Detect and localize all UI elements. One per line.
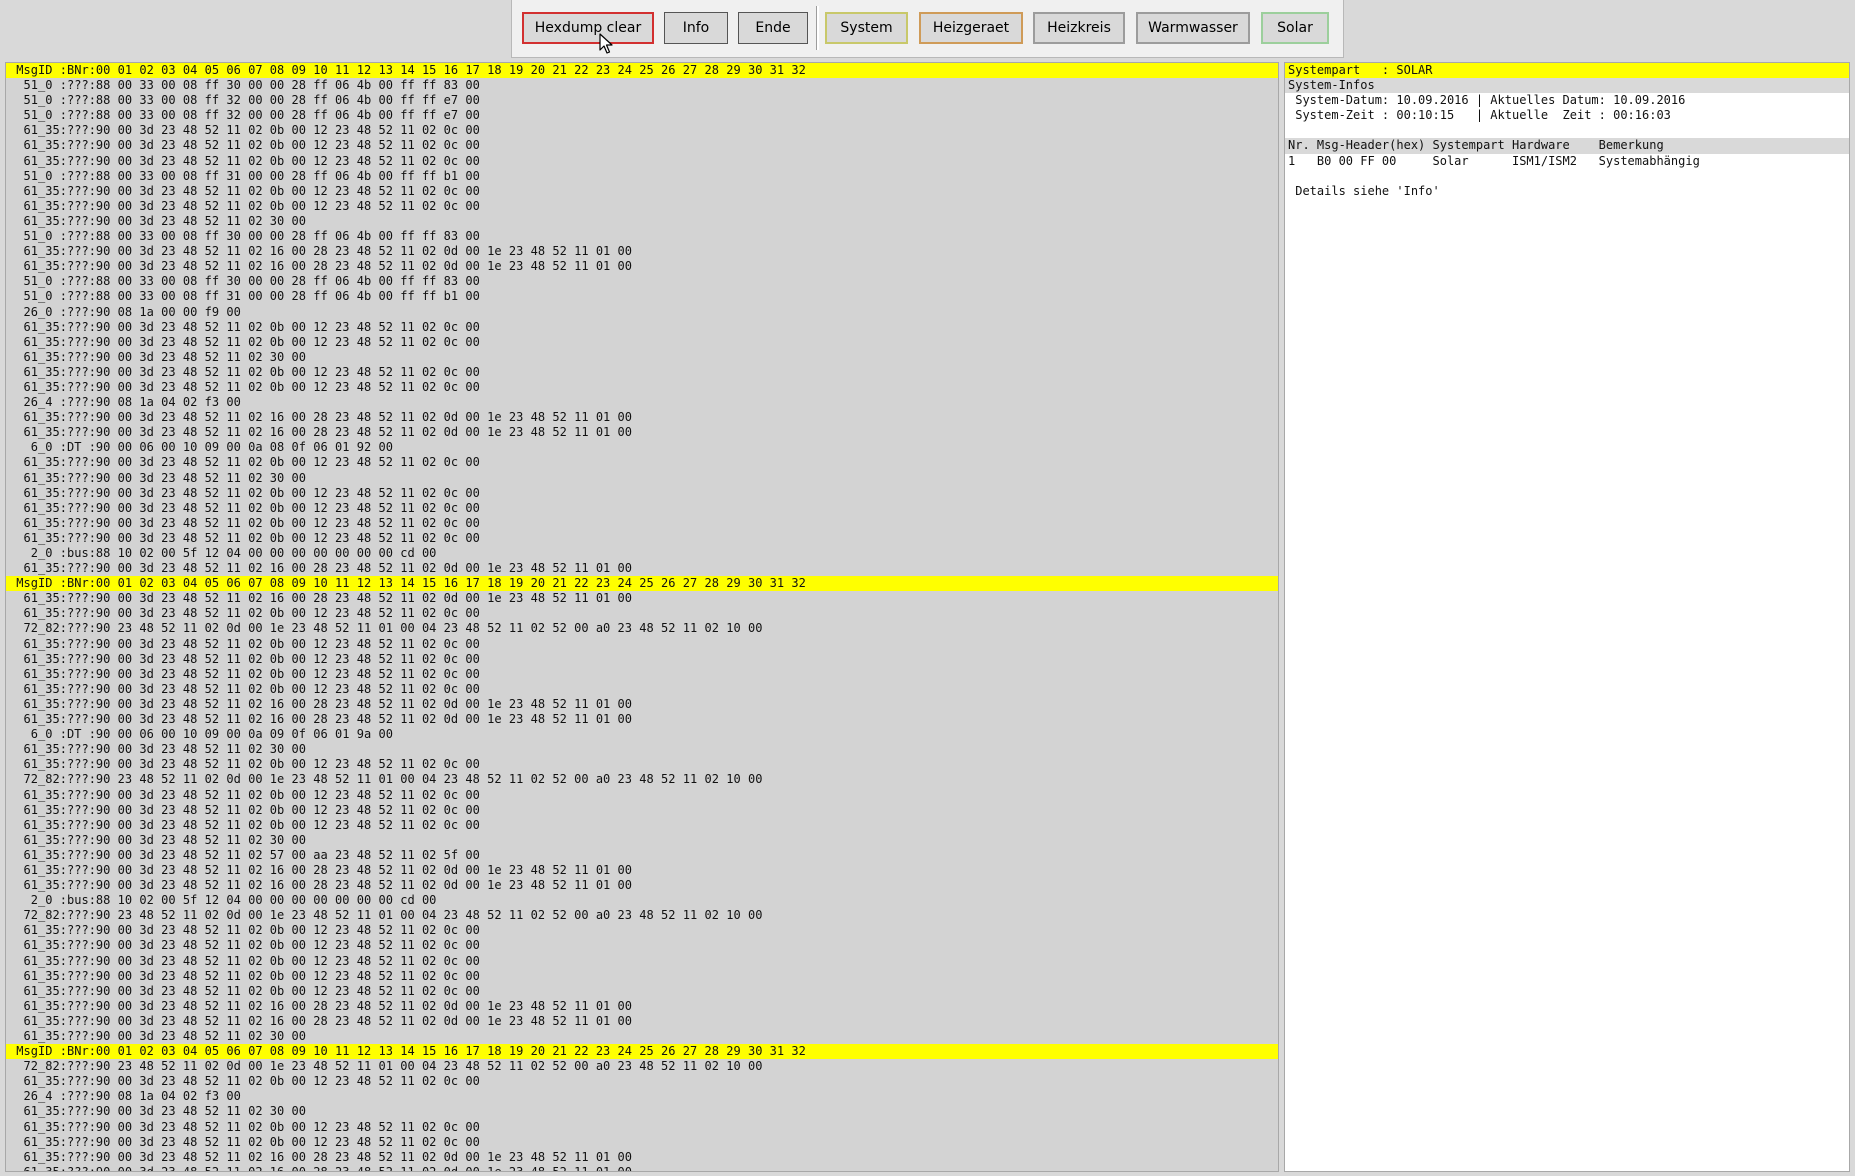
info-line: Details siehe 'Info' bbox=[1288, 183, 1440, 198]
hexdump-row: 61_35:???:90 00 3d 23 48 52 11 02 30 00 bbox=[9, 1029, 307, 1043]
hexdump-row: 61_35:???:90 00 3d 23 48 52 11 02 16 00 … bbox=[9, 259, 633, 274]
hexdump-row: 61_35:???:90 00 3d 23 48 52 11 02 30 00 bbox=[9, 832, 307, 847]
hexdump-row: 51_0 :???:88 00 33 00 08 ff 30 00 00 28 … bbox=[9, 274, 480, 289]
hexdump-row: 61_35:???:90 00 3d 23 48 52 11 02 0b 00 … bbox=[9, 515, 480, 530]
hexdump-row: 72_82:???:90 23 48 52 11 02 0d 00 1e 23 … bbox=[9, 772, 763, 787]
info-line: System-Datum: 10.09.2016 | Aktuelles Dat… bbox=[1288, 93, 1686, 108]
hexdump-row: 61_35:???:90 00 3d 23 48 52 11 02 0b 00 … bbox=[9, 455, 480, 470]
hexdump-row: 61_35:???:90 00 3d 23 48 52 11 02 30 00 bbox=[9, 213, 307, 228]
hexdump-row: 61_35:???:90 00 3d 23 48 52 11 02 16 00 … bbox=[9, 591, 633, 606]
hexdump-row: 61_35:???:90 00 3d 23 48 52 11 02 16 00 … bbox=[9, 998, 633, 1013]
hexdump-row: 61_35:???:90 00 3d 23 48 52 11 02 0b 00 … bbox=[9, 938, 480, 953]
info-line bbox=[1285, 123, 1849, 138]
hexdump-row: 61_35:???:90 00 3d 23 48 52 11 02 16 00 … bbox=[9, 696, 633, 711]
hexdump-row: 61_35:???:90 00 3d 23 48 52 11 02 0b 00 … bbox=[9, 666, 480, 681]
hexdump-row: 61_35:???:90 00 3d 23 48 52 11 02 16 00 … bbox=[9, 244, 633, 259]
hexdump-row: 61_35:???:90 00 3d 23 48 52 11 02 0b 00 … bbox=[9, 183, 480, 198]
hexdump-row: 61_35:???:90 00 3d 23 48 52 11 02 0b 00 … bbox=[9, 334, 480, 349]
hexdump-row: 61_35:???:90 00 3d 23 48 52 11 02 0b 00 … bbox=[9, 681, 480, 696]
hexdump-row: 61_35:???:90 00 3d 23 48 52 11 02 0b 00 … bbox=[9, 153, 480, 168]
hexdump-row: 51_0 :???:88 00 33 00 08 ff 30 00 00 28 … bbox=[9, 78, 480, 93]
hexdump-row: 51_0 :???:88 00 33 00 08 ff 32 00 00 28 … bbox=[9, 93, 480, 108]
hexdump-row: 61_35:???:90 00 3d 23 48 52 11 02 0b 00 … bbox=[9, 379, 480, 394]
hexdump-row: 61_35:???:90 00 3d 23 48 52 11 02 0b 00 … bbox=[9, 123, 480, 138]
hexdump-row: 61_35:???:90 00 3d 23 48 52 11 02 30 00 bbox=[9, 349, 307, 364]
hexdump-row: 61_35:???:90 00 3d 23 48 52 11 02 0b 00 … bbox=[9, 636, 480, 651]
hexdump-row: 6_0 :DT :90 00 06 00 10 09 00 0a 09 0f 0… bbox=[9, 727, 393, 742]
system-button[interactable]: System bbox=[825, 12, 908, 44]
hexdump-row: 72_82:???:90 23 48 52 11 02 0d 00 1e 23 … bbox=[9, 908, 763, 923]
hexdump-row: 61_35:???:90 00 3d 23 48 52 11 02 16 00 … bbox=[9, 862, 633, 877]
info-line: System-Infos bbox=[1285, 78, 1849, 94]
hexdump-row: 61_35:???:90 00 3d 23 48 52 11 02 16 00 … bbox=[9, 561, 633, 576]
hexdump-row: 61_35:???:90 00 3d 23 48 52 11 02 0b 00 … bbox=[9, 500, 480, 515]
hexdump-row: 61_35:???:90 00 3d 23 48 52 11 02 0b 00 … bbox=[9, 606, 480, 621]
hexdump-row: 61_35:???:90 00 3d 23 48 52 11 02 0b 00 … bbox=[9, 651, 480, 666]
hexdump-row: 2_0 :bus:88 10 02 00 5f 12 04 00 00 00 0… bbox=[9, 546, 437, 560]
hexdump-row: 6_0 :DT :90 00 06 00 10 09 00 0a 08 0f 0… bbox=[9, 440, 393, 455]
hexdump-row: 61_35:???:90 00 3d 23 48 52 11 02 16 00 … bbox=[9, 1164, 633, 1172]
hexdump-row: 72_82:???:90 23 48 52 11 02 0d 00 1e 23 … bbox=[9, 621, 763, 636]
warmwasser-button[interactable]: Warmwasser bbox=[1136, 12, 1250, 44]
hexdump-row: 61_35:???:90 00 3d 23 48 52 11 02 0b 00 … bbox=[9, 1119, 480, 1134]
hexdump-clear-button[interactable]: Hexdump clear bbox=[522, 12, 654, 44]
hexdump-row: 51_0 :???:88 00 33 00 08 ff 32 00 00 28 … bbox=[9, 108, 480, 123]
hexdump-header-row: MsgID :BNr:00 01 02 03 04 05 06 07 08 09… bbox=[6, 1044, 1278, 1060]
hexdump-row: 61_35:???:90 00 3d 23 48 52 11 02 16 00 … bbox=[9, 425, 633, 440]
hexdump-row: 61_35:???:90 00 3d 23 48 52 11 02 0b 00 … bbox=[9, 968, 480, 983]
hexdump-header-row: MsgID :BNr:00 01 02 03 04 05 06 07 08 09… bbox=[6, 63, 1278, 79]
hexdump-row: 51_0 :???:88 00 33 00 08 ff 31 00 00 28 … bbox=[9, 168, 480, 183]
system-info-panel[interactable]: Systempart : SOLAR System-Infos System-Da… bbox=[1284, 62, 1850, 1172]
hexdump-row: 2_0 :bus:88 10 02 00 5f 12 04 00 00 00 0… bbox=[9, 893, 437, 908]
hexdump-row: 61_35:???:90 00 3d 23 48 52 11 02 0b 00 … bbox=[9, 953, 480, 968]
hexdump-row: 51_0 :???:88 00 33 00 08 ff 30 00 00 28 … bbox=[9, 229, 480, 244]
hexdump-row: 61_35:???:90 00 3d 23 48 52 11 02 16 00 … bbox=[9, 1149, 633, 1164]
info-line bbox=[1285, 169, 1849, 184]
hexdump-row: 61_35:???:90 00 3d 23 48 52 11 02 0b 00 … bbox=[9, 802, 480, 817]
hexdump-row: 61_35:???:90 00 3d 23 48 52 11 02 0b 00 … bbox=[9, 757, 480, 772]
hexdump-row: 61_35:???:90 00 3d 23 48 52 11 02 57 00 … bbox=[9, 847, 480, 862]
hexdump-row: 61_35:???:90 00 3d 23 48 52 11 02 16 00 … bbox=[9, 410, 633, 425]
solar-button[interactable]: Solar bbox=[1261, 12, 1329, 44]
hexdump-row: 51_0 :???:88 00 33 00 08 ff 31 00 00 28 … bbox=[9, 289, 480, 304]
hexdump-row: 61_35:???:90 00 3d 23 48 52 11 02 0b 00 … bbox=[9, 364, 480, 379]
hexdump-row: 61_35:???:90 00 3d 23 48 52 11 02 30 00 bbox=[9, 1104, 307, 1119]
toolbar-separator bbox=[816, 6, 819, 50]
toolbar: Hexdump clear Info Ende System Heizgerae… bbox=[511, 0, 1344, 58]
info-line: 1 B0 00 FF 00 Solar ISM1/ISM2 Systemabhä… bbox=[1288, 153, 1700, 168]
hexdump-row: 61_35:???:90 00 3d 23 48 52 11 02 16 00 … bbox=[9, 878, 633, 893]
info-line: System-Zeit : 00:10:15 | Aktuelle Zeit :… bbox=[1288, 108, 1671, 123]
hexdump-row: 61_35:???:90 00 3d 23 48 52 11 02 0b 00 … bbox=[9, 923, 480, 938]
info-line: Systempart : SOLAR bbox=[1285, 63, 1849, 79]
hexdump-row: 61_35:???:90 00 3d 23 48 52 11 02 0b 00 … bbox=[9, 817, 480, 832]
hexdump-row: 61_35:???:90 00 3d 23 48 52 11 02 30 00 bbox=[9, 742, 307, 757]
hexdump-row: 72_82:???:90 23 48 52 11 02 0d 00 1e 23 … bbox=[9, 1059, 763, 1074]
info-line: Nr. Msg-Header(hex) Systempart Hardware … bbox=[1285, 138, 1849, 154]
hexdump-row: 61_35:???:90 00 3d 23 48 52 11 02 0b 00 … bbox=[9, 198, 480, 213]
heizkreis-button[interactable]: Heizkreis bbox=[1033, 12, 1125, 44]
hexdump-row: 61_35:???:90 00 3d 23 48 52 11 02 0b 00 … bbox=[9, 1074, 480, 1089]
mouse-pointer-icon bbox=[599, 33, 613, 54]
hexdump-row: 26_4 :???:90 08 1a 04 02 f3 00 bbox=[9, 395, 241, 410]
hexdump-row: 61_35:???:90 00 3d 23 48 52 11 02 0b 00 … bbox=[9, 787, 480, 802]
hexdump-header-row: MsgID :BNr:00 01 02 03 04 05 06 07 08 09… bbox=[6, 576, 1278, 592]
heizgeraet-button[interactable]: Heizgeraet bbox=[919, 12, 1023, 44]
hexdump-row: 61_35:???:90 00 3d 23 48 52 11 02 0b 00 … bbox=[9, 983, 480, 998]
hexdump-row: 61_35:???:90 00 3d 23 48 52 11 02 0b 00 … bbox=[9, 319, 480, 334]
hexdump-row: 61_35:???:90 00 3d 23 48 52 11 02 16 00 … bbox=[9, 712, 633, 727]
hexdump-row: 61_35:???:90 00 3d 23 48 52 11 02 0b 00 … bbox=[9, 530, 480, 545]
ende-button[interactable]: Ende bbox=[738, 12, 808, 44]
hexdump-row: 26_4 :???:90 08 1a 04 02 f3 00 bbox=[9, 1089, 241, 1104]
hexdump-row: 61_35:???:90 00 3d 23 48 52 11 02 0b 00 … bbox=[9, 1134, 480, 1149]
hexdump-row: 26_0 :???:90 08 1a 00 00 f9 00 bbox=[9, 304, 241, 319]
hexdump-row: 61_35:???:90 00 3d 23 48 52 11 02 30 00 bbox=[9, 470, 307, 485]
hexdump-row: 61_35:???:90 00 3d 23 48 52 11 02 0b 00 … bbox=[9, 138, 480, 153]
hexdump-panel[interactable]: MsgID :BNr:00 01 02 03 04 05 06 07 08 09… bbox=[5, 62, 1279, 1172]
info-button[interactable]: Info bbox=[664, 12, 728, 44]
hexdump-row: 61_35:???:90 00 3d 23 48 52 11 02 0b 00 … bbox=[9, 485, 480, 500]
hexdump-row: 61_35:???:90 00 3d 23 48 52 11 02 16 00 … bbox=[9, 1013, 633, 1028]
